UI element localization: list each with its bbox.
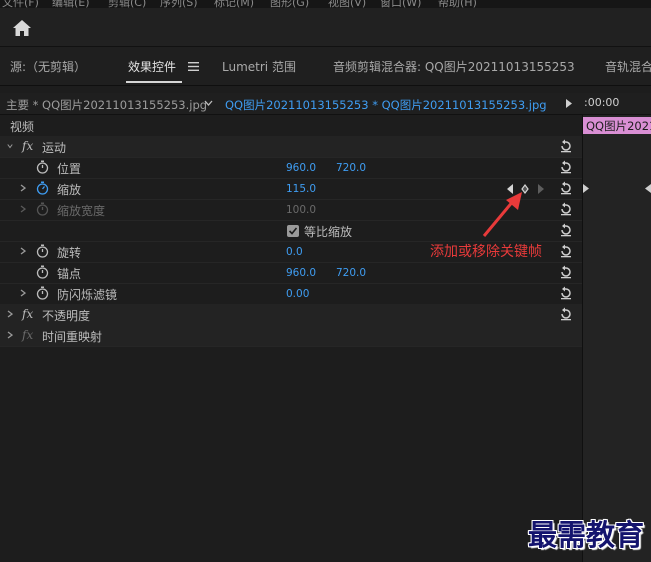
reset-icon[interactable] — [559, 265, 573, 279]
menu-bar: 文件(F) 编辑(E) 剪辑(C) 序列(S) 标记(M) 图形(G) 视图(V… — [0, 0, 651, 8]
timeline-clip[interactable]: QQ图片20211013155253.jpg — [583, 117, 651, 134]
video-header-label: 视频 — [10, 120, 35, 134]
effect-row-opacity[interactable]: fx 不透明度 — [0, 304, 582, 326]
scale-value[interactable]: 115.0 — [286, 183, 316, 195]
chevron-right-icon[interactable] — [20, 205, 26, 213]
menu-edit[interactable]: 编辑(E) — [52, 0, 90, 8]
menu-view[interactable]: 视图(V) — [328, 0, 366, 8]
stopwatch-icon[interactable] — [36, 265, 49, 279]
active-tab-indicator — [126, 81, 182, 83]
position-x-value[interactable]: 960.0 — [286, 162, 316, 174]
chevron-down-icon[interactable] — [204, 99, 213, 107]
keyframe-timeline[interactable] — [582, 115, 651, 562]
scale-width-value: 100.0 — [286, 204, 317, 216]
menu-markers[interactable]: 标记(M) — [214, 0, 254, 8]
reset-icon[interactable] — [559, 286, 573, 300]
panel-tab-bar: 源:（无剪辑） 效果控件 Lumetri 范围 音频剪辑混合器: QQ图片202… — [0, 47, 651, 86]
position-y-value[interactable]: 720.0 — [336, 162, 366, 174]
play-triangle-icon[interactable] — [566, 99, 572, 108]
effect-name-motion: 运动 — [42, 141, 67, 155]
home-icon[interactable] — [12, 19, 32, 37]
menu-file[interactable]: 文件(F) — [2, 0, 39, 8]
panel-menu-icon[interactable] — [188, 62, 199, 71]
tab-audio-track-mixer[interactable]: 音轨混合 — [605, 58, 651, 75]
param-label-scale-width: 缩放宽度 — [57, 204, 106, 218]
menu-graphics[interactable]: 图形(G) — [270, 0, 309, 8]
chevron-right-icon[interactable] — [20, 247, 26, 255]
reset-icon[interactable] — [559, 307, 573, 321]
reset-icon[interactable] — [559, 139, 573, 153]
chevron-right-icon[interactable] — [7, 331, 13, 339]
param-row-position[interactable]: 位置 960.0 720.0 — [0, 157, 582, 179]
keyframe-marker-right-icon[interactable] — [645, 184, 651, 193]
tab-effect-controls[interactable]: 效果控件 — [128, 58, 176, 75]
chevron-down-icon[interactable] — [7, 142, 13, 150]
param-label-rotation: 旋转 — [57, 246, 82, 260]
reset-icon[interactable] — [559, 244, 573, 258]
anchor-x-value[interactable]: 960.0 — [286, 267, 316, 279]
anchor-y-value[interactable]: 720.0 — [336, 267, 366, 279]
stopwatch-icon[interactable] — [36, 244, 49, 258]
effect-row-motion[interactable]: fx 运动 — [0, 136, 582, 158]
header-bar — [0, 8, 651, 47]
master-clip-label[interactable]: 主要 * QQ图片20211013155253.jpg — [6, 97, 207, 113]
effect-name-opacity: 不透明度 — [42, 309, 91, 323]
param-label-anchor: 锚点 — [57, 267, 82, 281]
tab-audio-clip-mixer[interactable]: 音频剪辑混合器: QQ图片20211013155253 — [333, 58, 575, 75]
chevron-right-icon[interactable] — [7, 310, 13, 318]
uniform-scale-label: 等比缩放 — [304, 225, 353, 239]
stopwatch-icon[interactable] — [36, 160, 49, 174]
effect-row-time-remapping[interactable]: fx 时间重映射 — [0, 325, 582, 347]
timeline-clip-label: QQ图片20211013155253.jpg — [586, 119, 651, 133]
menu-clip[interactable]: 剪辑(C) — [108, 0, 146, 8]
param-label-anti-flicker: 防闪烁滤镜 — [57, 288, 118, 302]
annotation-arrow — [482, 192, 522, 237]
stopwatch-icon[interactable] — [36, 286, 49, 300]
effect-name-time-remapping: 时间重映射 — [42, 330, 103, 344]
next-keyframe-icon[interactable] — [537, 184, 545, 194]
fx-icon[interactable]: fx — [22, 328, 33, 342]
clip-selector-bar: 主要 * QQ图片20211013155253.jpg QQ图片20211013… — [0, 93, 582, 115]
stopwatch-active-icon[interactable] — [36, 181, 49, 195]
fx-icon[interactable]: fx — [22, 139, 33, 153]
chevron-right-icon[interactable] — [20, 184, 26, 192]
param-row-anti-flicker[interactable]: 防闪烁滤镜 0.00 — [0, 283, 582, 305]
video-section-header: 视频 — [0, 116, 582, 135]
param-row-anchor-point[interactable]: 锚点 960.0 720.0 — [0, 262, 582, 284]
tab-source[interactable]: 源:（无剪辑） — [10, 58, 86, 75]
fx-icon[interactable]: fx — [22, 307, 33, 321]
menu-sequence[interactable]: 序列(S) — [160, 0, 198, 8]
reset-icon[interactable] — [559, 223, 573, 237]
stopwatch-disabled-icon — [36, 202, 49, 216]
menu-help[interactable]: 帮助(H) — [438, 0, 477, 8]
reset-icon[interactable] — [559, 181, 573, 195]
tab-lumetri-scopes[interactable]: Lumetri 范围 — [222, 58, 296, 75]
rotation-value[interactable]: 0.0 — [286, 246, 303, 258]
reset-icon[interactable] — [559, 202, 573, 216]
watermark-logo: 最需教育 — [528, 518, 645, 552]
timeline-timecode: :00:00 — [584, 96, 620, 109]
sequence-clip-label[interactable]: QQ图片20211013155253 * QQ图片20211013155253.… — [225, 97, 547, 113]
annotation-label: 添加或移除关键帧 — [430, 244, 542, 260]
keyframe-marker-left-icon[interactable] — [583, 184, 589, 193]
param-label-position: 位置 — [57, 162, 82, 176]
chevron-right-icon[interactable] — [20, 289, 26, 297]
uniform-scale-checkbox[interactable] — [287, 225, 299, 237]
anti-flicker-value[interactable]: 0.00 — [286, 288, 309, 300]
reset-icon[interactable] — [559, 160, 573, 174]
param-label-scale: 缩放 — [57, 183, 82, 197]
menu-window[interactable]: 窗口(W) — [380, 0, 421, 8]
